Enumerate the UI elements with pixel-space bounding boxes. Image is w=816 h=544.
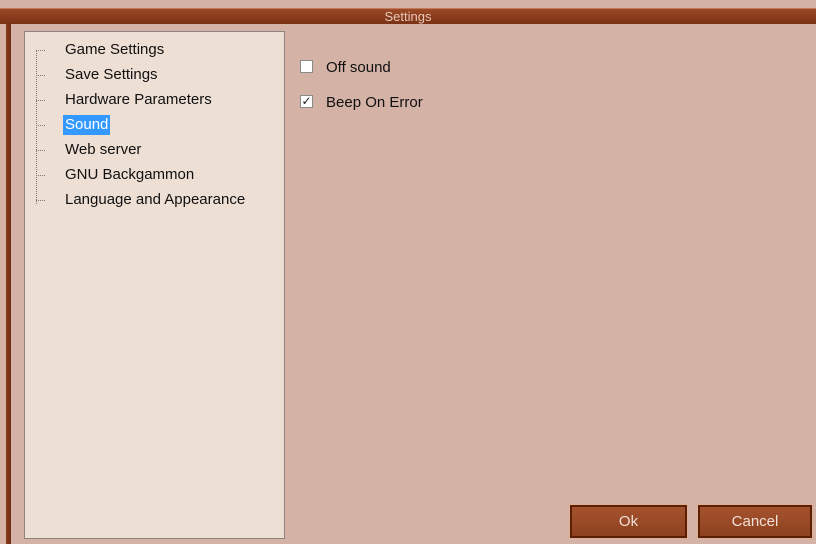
tree-item-label: GNU Backgammon bbox=[65, 166, 195, 183]
tree-item-label: Web server bbox=[65, 141, 142, 158]
tree-branch bbox=[36, 200, 45, 201]
tree-item-label: Sound bbox=[63, 115, 111, 135]
off-sound-checkbox[interactable] bbox=[300, 60, 313, 73]
ok-button[interactable]: Ok bbox=[569, 504, 688, 539]
tree-item-label: Language and Appearance bbox=[65, 191, 246, 208]
window-left-border bbox=[6, 23, 11, 544]
cancel-button[interactable]: Cancel bbox=[697, 504, 813, 539]
tree-branch bbox=[36, 50, 45, 51]
tree-item-label: Hardware Parameters bbox=[65, 91, 212, 108]
tree-connector-line bbox=[36, 50, 37, 204]
tree-branch bbox=[36, 125, 45, 126]
checkmark-icon: ✓ bbox=[301, 94, 312, 108]
window-title: Settings bbox=[384, 9, 432, 24]
off-sound-label: Off sound bbox=[326, 59, 391, 76]
tree-item-label: Game Settings bbox=[65, 41, 165, 58]
beep-on-error-checkbox[interactable]: ✓ bbox=[300, 95, 313, 108]
tree-item-label: Save Settings bbox=[65, 66, 158, 83]
settings-window: Settings Game Settings Save Settings Har… bbox=[0, 0, 816, 544]
title-bar[interactable]: Settings bbox=[0, 8, 816, 24]
tree-branch bbox=[36, 150, 45, 151]
settings-category-tree: Game Settings Save Settings Hardware Par… bbox=[24, 31, 285, 539]
tree-branch bbox=[36, 100, 45, 101]
tree-branch bbox=[36, 175, 45, 176]
tree-branch bbox=[36, 75, 45, 76]
beep-on-error-label: Beep On Error bbox=[326, 94, 423, 111]
